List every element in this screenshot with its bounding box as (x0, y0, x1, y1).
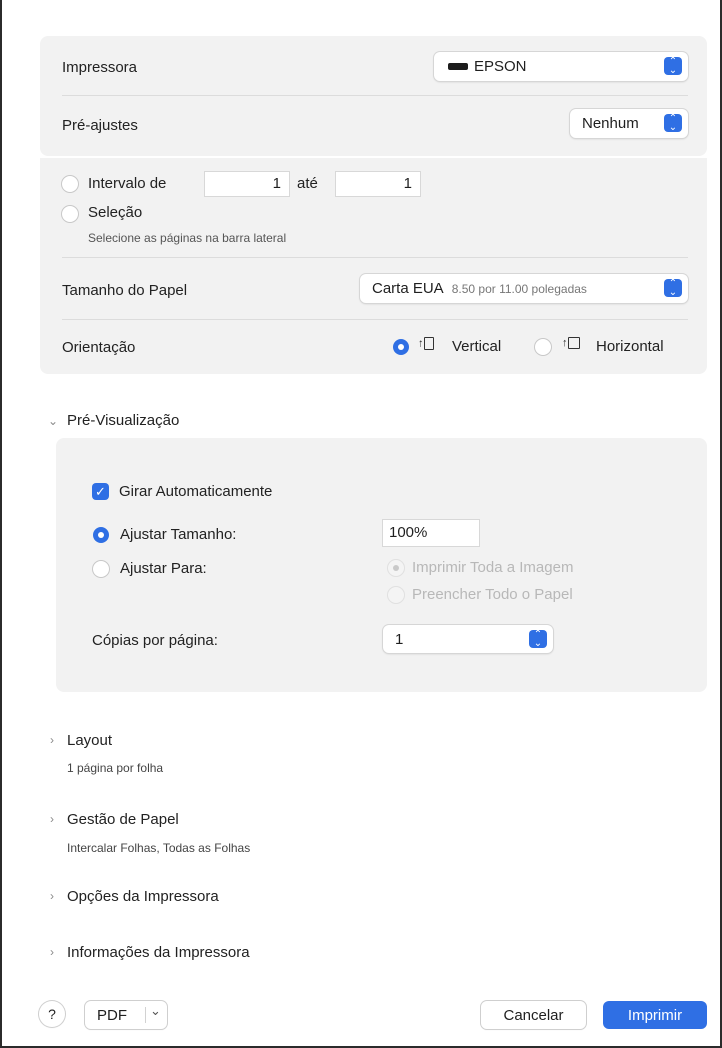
range-from-value: 1 (272, 175, 281, 192)
page-settings-panel: Intervalo de 1 até 1 Seleção Selecione a… (40, 158, 707, 374)
fit-fill-paper-label: Preencher Todo o Papel (412, 586, 573, 603)
print-button[interactable]: Imprimir (603, 1001, 707, 1029)
scale-value: 100% (389, 524, 428, 541)
preview-settings-panel: ✓ Girar Automaticamente Ajustar Tamanho:… (56, 438, 707, 692)
scale-radio[interactable] (93, 527, 109, 543)
printer-info-section-title[interactable]: Informações da Impressora (67, 944, 250, 961)
paper-size-select[interactable]: Carta EUA 8.50 por 11.00 polegadas ⌃ ⌄ (360, 274, 688, 303)
selection-radio[interactable] (62, 206, 78, 222)
presets-label: Pré-ajustes (62, 117, 138, 134)
separator (145, 1007, 146, 1023)
fit-whole-image-radio[interactable] (388, 560, 404, 576)
paper-handling-section-title[interactable]: Gestão de Papel (67, 811, 179, 828)
landscape-icon: ↑ (562, 337, 580, 350)
presets-select[interactable]: Nenhum ⌃ ⌄ (570, 109, 688, 138)
chevron-updown-icon: ⌃ ⌄ (664, 114, 682, 133)
copies-select[interactable]: 1 ⌃ ⌄ (383, 625, 553, 653)
help-button[interactable]: ? (39, 1001, 65, 1027)
chevron-updown-icon: ⌃ ⌄ (529, 630, 547, 649)
scale-input[interactable]: 100% (383, 520, 479, 546)
chevron-down-icon: ⌄ (150, 1003, 161, 1018)
auto-rotate-label: Girar Automaticamente (119, 483, 273, 500)
range-radio[interactable] (62, 176, 78, 192)
chevron-right-icon[interactable]: › (50, 945, 54, 959)
printer-settings-panel: Impressora EPSON ⌃ ⌄ Pré-ajustes Nenhum ⌃… (40, 36, 707, 156)
fit-fill-paper-radio[interactable] (388, 587, 404, 603)
portrait-icon: ↑ (418, 337, 434, 350)
range-from-input[interactable]: 1 (205, 172, 289, 196)
fit-whole-image-label: Imprimir Toda a Imagem (412, 559, 574, 576)
paper-size-value: Carta EUA (372, 280, 444, 297)
chevron-right-icon[interactable]: › (50, 889, 54, 903)
orientation-label: Orientação (62, 339, 136, 356)
orientation-vertical-label: Vertical (452, 338, 502, 355)
presets-value: Nenhum (582, 115, 639, 132)
printer-options-section-title[interactable]: Opções da Impressora (67, 888, 219, 905)
scale-label: Ajustar Tamanho: (120, 526, 237, 543)
copies-value: 1 (395, 630, 404, 648)
copies-label: Cópias por página: (92, 632, 218, 649)
range-to-label: até (297, 175, 318, 192)
pdf-menu-button[interactable]: PDF ⌄ (85, 1001, 167, 1029)
printer-label: Impressora (62, 59, 138, 76)
preview-section-title[interactable]: Pré-Visualização (67, 412, 179, 429)
chevron-right-icon[interactable]: › (50, 812, 54, 826)
range-label: Intervalo de (88, 175, 167, 192)
cancel-label: Cancelar (503, 1006, 564, 1024)
fit-label: Ajustar Para: (120, 560, 207, 577)
selection-label: Seleção (88, 204, 143, 221)
pdf-label: PDF (97, 1006, 127, 1024)
divider (62, 319, 688, 320)
auto-rotate-checkbox[interactable]: ✓ (92, 483, 109, 500)
printer-value: EPSON (474, 58, 527, 75)
orientation-horizontal-label: Horizontal (596, 338, 664, 355)
chevron-right-icon[interactable]: › (50, 733, 54, 747)
divider (62, 95, 688, 96)
range-to-input[interactable]: 1 (336, 172, 420, 196)
divider (62, 257, 688, 258)
help-label: ? (48, 1006, 56, 1022)
paper-size-label: Tamanho do Papel (62, 282, 188, 299)
chevron-updown-icon: ⌃ ⌄ (664, 279, 682, 298)
range-to-value: 1 (403, 175, 412, 192)
paper-handling-section-subtitle: Intercalar Folhas, Todas as Folhas (67, 841, 251, 855)
chevron-updown-icon: ⌃ ⌄ (664, 57, 682, 76)
printer-select[interactable]: EPSON ⌃ ⌄ (434, 52, 688, 81)
layout-section-subtitle: 1 página por folha (67, 761, 164, 775)
selection-hint: Selecione as páginas na barra lateral (88, 231, 287, 245)
layout-section-title[interactable]: Layout (67, 732, 112, 749)
paper-size-detail: 8.50 por 11.00 polegadas (451, 281, 587, 296)
printer-icon (448, 63, 468, 70)
print-label: Imprimir (627, 1006, 683, 1024)
chevron-down-icon[interactable]: ⌄ (48, 414, 58, 428)
cancel-button[interactable]: Cancelar (481, 1001, 586, 1029)
orientation-vertical-radio[interactable] (393, 339, 409, 355)
orientation-horizontal-radio[interactable] (535, 339, 551, 355)
fit-radio[interactable] (93, 561, 109, 577)
